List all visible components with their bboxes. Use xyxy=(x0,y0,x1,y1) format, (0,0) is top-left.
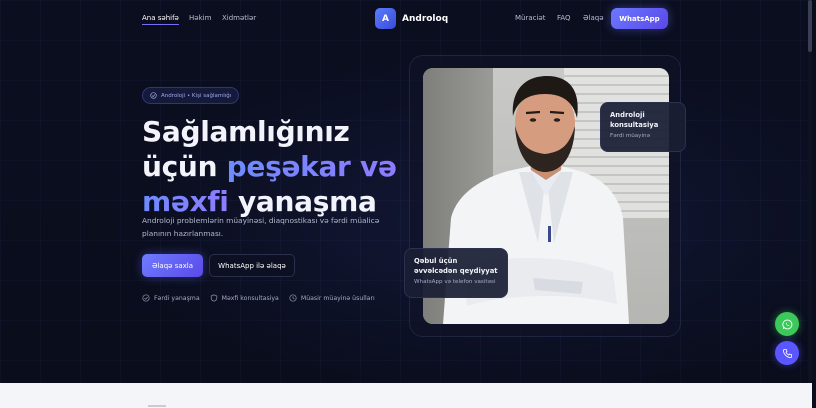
feature-label: Müasir müayinə üsulları xyxy=(300,294,375,302)
scrollbar-thumb[interactable] xyxy=(808,0,812,52)
whatsapp-contact-button[interactable]: WhatsApp ilə əlaqə xyxy=(209,254,295,277)
feature-label: Məxfi konsultasiya xyxy=(221,294,279,302)
nav-link-services[interactable]: Xidmətlər xyxy=(222,14,256,22)
check-circle-icon xyxy=(142,294,150,302)
hero-title-line-3: məxfi yanaşma xyxy=(142,184,397,219)
check-circle-icon xyxy=(150,92,157,99)
brand-logo: A xyxy=(375,8,396,29)
feature-list: Fərdi yanaşma Məxfi konsultasiya Müasir … xyxy=(142,294,375,302)
clock-icon xyxy=(289,294,297,302)
phone-fab[interactable] xyxy=(775,341,799,365)
feature-item: Məxfi konsultasiya xyxy=(210,294,279,302)
hero-title-line-2: üçün peşəkar və xyxy=(142,149,397,184)
hero-badge: Androloji • Kişi sağlamlığı xyxy=(142,87,240,104)
contact-button[interactable]: Əlaqə saxla xyxy=(142,254,203,277)
phone-icon xyxy=(782,348,792,358)
consultation-card-subtitle: Fərdi müayinə xyxy=(610,133,651,139)
whatsapp-icon xyxy=(781,319,792,329)
brand[interactable]: A Androloq xyxy=(375,8,448,29)
feature-item: Fərdi yanaşma xyxy=(142,294,200,302)
hero-title-accent: peşəkar və xyxy=(226,150,397,183)
consultation-card: Androloji konsultasiya Fərdi müayinə xyxy=(600,102,686,152)
hero-badge-label: Androloji • Kişi sağlamlığı xyxy=(161,92,232,99)
whatsapp-fab[interactable] xyxy=(775,312,799,336)
shield-icon xyxy=(210,294,217,302)
hero-title-accent-2: məxfi xyxy=(142,185,229,218)
booking-card-title: Qəbul üçün əvvəlcədən qeydiyyat xyxy=(414,257,498,275)
hero-title-plain-2: yanaşma xyxy=(228,185,377,218)
hero-description: Androloji problemlərin müayinəsi, diaqno… xyxy=(142,216,380,238)
grid-background xyxy=(0,0,812,383)
booking-card: Qəbul üçün əvvəlcədən qeydiyyat WhatsApp… xyxy=(404,248,508,298)
hero-title-plain: üçün xyxy=(142,150,227,183)
consultation-card-title: Androloji konsultasiya xyxy=(610,111,659,129)
feature-item: Müasir müayinə üsulları xyxy=(289,294,375,302)
booking-card-subtitle: WhatsApp və telefon vasitəsi xyxy=(414,279,496,285)
whatsapp-nav-button[interactable]: WhatsApp xyxy=(611,8,668,29)
hero-title-line-1: Sağlamlığınız xyxy=(142,115,350,148)
nav-link-home[interactable]: Ana səhifə xyxy=(142,14,179,25)
divider xyxy=(148,405,166,407)
brand-name: Androloq xyxy=(402,13,449,24)
feature-label: Fərdi yanaşma xyxy=(154,294,200,302)
nav-link-application[interactable]: Müraciət xyxy=(515,14,546,22)
nav-link-faq[interactable]: FAQ xyxy=(557,14,571,22)
nav-link-doctor[interactable]: Həkim xyxy=(189,14,211,22)
hero-title: Sağlamlığınız üçün peşəkar və məxfi yana… xyxy=(142,114,397,219)
top-nav: Ana səhifə Həkim Xidmətlər A Androloq Mü… xyxy=(0,0,812,36)
page: Ana səhifə Həkim Xidmətlər A Androloq Mü… xyxy=(0,0,812,383)
scrollbar[interactable] xyxy=(808,0,812,383)
nav-link-contact[interactable]: Əlaqə xyxy=(583,14,604,22)
next-section-preview xyxy=(0,383,812,408)
